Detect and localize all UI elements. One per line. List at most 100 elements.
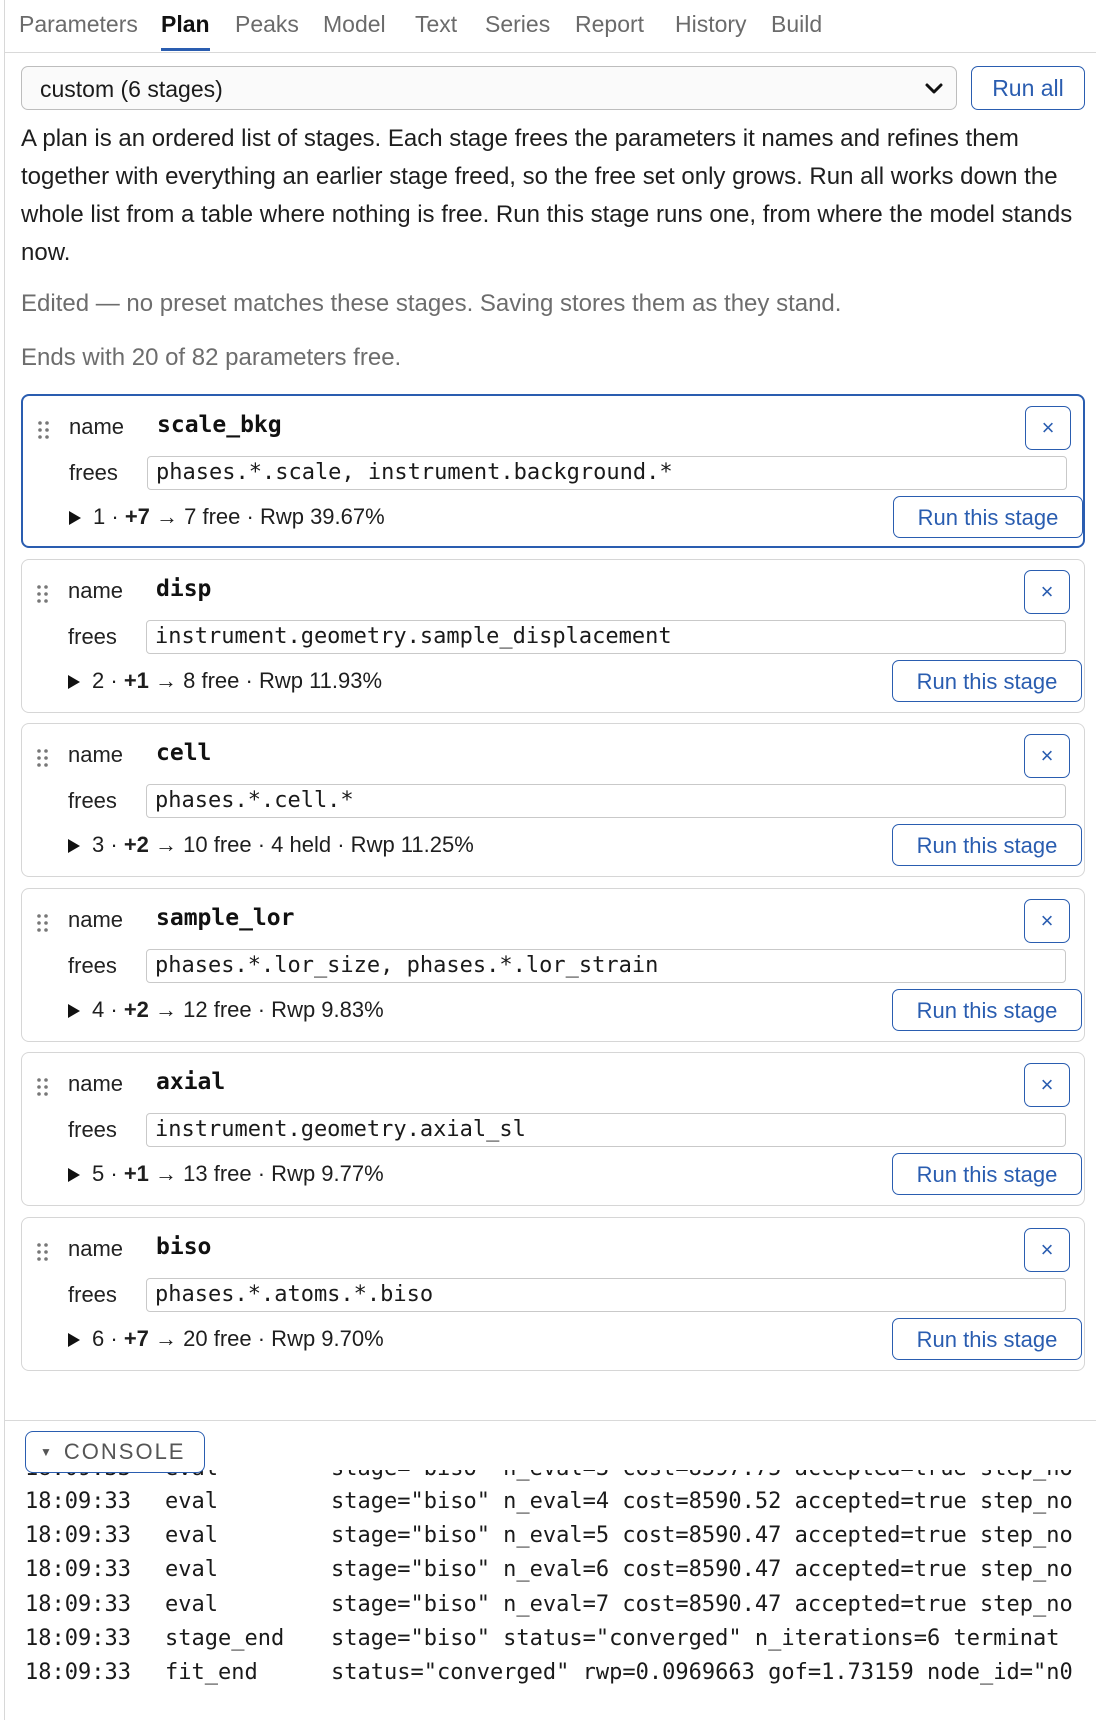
tab-model[interactable]: Model [323,0,386,51]
disclosure-triangle-icon[interactable] [68,1004,80,1018]
stage-frees-label: frees [68,1282,117,1307]
caret-down-icon: ▼ [40,1445,54,1459]
stage-name-label: name [69,414,125,439]
stage-frees-label: frees [68,1117,117,1142]
edited-note: Edited — no preset matches these stages.… [21,290,842,317]
stage-name-field[interactable]: axial [156,1069,225,1095]
stage-delta: +2 [123,997,149,1022]
stage-name-label: name [68,742,124,767]
drag-handle-icon[interactable] [36,748,50,768]
drag-handle-icon[interactable] [36,1077,50,1097]
stage-frees-input[interactable]: instrument.geometry.axial_sl [146,1113,1066,1147]
stage-name-field[interactable]: scale_bkg [157,412,282,438]
run-this-stage-button[interactable]: Run this stage [892,660,1082,702]
remove-stage-button[interactable]: × [1025,406,1071,450]
stage-card[interactable]: name scale_bkg × frees phases.*.scale, i… [21,394,1085,548]
stage-summary[interactable]: 2 · +1 → 8 free · Rwp 11.93% [68,668,382,694]
drag-handle-icon[interactable] [36,913,50,933]
stage-result: → 12 free · Rwp 9.83% [155,997,384,1022]
stage-card[interactable]: name biso × frees phases.*.atoms.*.biso … [21,1217,1085,1371]
stage-frees-input[interactable]: phases.*.cell.* [146,784,1066,818]
remove-stage-button[interactable]: × [1024,899,1070,943]
disclosure-triangle-icon[interactable] [68,1333,80,1347]
tab-peaks[interactable]: Peaks [235,0,299,51]
stage-delta: +1 [123,1161,149,1186]
tab-parameters[interactable]: Parameters [19,0,138,51]
stage-name-label: name [68,1071,124,1096]
stage-index: 4 [92,997,105,1022]
stage-summary[interactable]: 1 · +7 → 7 free · Rwp 39.67% [69,504,385,530]
disclosure-triangle-icon[interactable] [68,675,80,689]
stage-delta: +1 [123,668,149,693]
stage-summary[interactable]: 3 · +2 → 10 free · 4 held · Rwp 11.25% [68,832,474,858]
run-this-stage-button[interactable]: Run this stage [893,496,1083,538]
tab-text[interactable]: Text [415,0,457,51]
stage-card[interactable]: name axial × frees instrument.geometry.a… [21,1052,1085,1206]
stage-result: → 20 free · Rwp 9.70% [155,1326,384,1351]
disclosure-triangle-icon[interactable] [69,511,81,525]
stage-card[interactable]: name cell × frees phases.*.cell.* 3 · +2… [21,723,1085,877]
disclosure-triangle-icon[interactable] [68,1168,80,1182]
stage-name-field[interactable]: biso [156,1234,211,1260]
stage-index: 3 [92,832,105,857]
stage-frees-input[interactable]: instrument.geometry.sample_displacement [146,620,1066,654]
stage-frees-label: frees [69,460,118,485]
stage-name-field[interactable]: cell [156,740,211,766]
tab-report[interactable]: Report [575,0,644,51]
console-divider [5,1420,1096,1421]
chevron-down-icon [925,83,943,94]
plan-description: A plan is an ordered list of stages. Eac… [21,125,1073,266]
disclosure-triangle-icon[interactable] [68,839,80,853]
stage-name-label: name [68,1236,124,1261]
stage-frees-input[interactable]: phases.*.atoms.*.biso [146,1278,1066,1312]
stage-card[interactable]: name disp × frees instrument.geometry.sa… [21,559,1085,713]
stage-delta: +7 [123,1326,149,1351]
stage-delta: +2 [123,832,149,857]
tab-build[interactable]: Build [771,0,822,51]
stage-card[interactable]: name sample_lor × frees phases.*.lor_siz… [21,888,1085,1042]
console-toggle-button[interactable]: ▼ CONSOLE [25,1431,205,1473]
stage-name-field[interactable]: sample_lor [156,905,294,931]
run-all-button[interactable]: Run all [971,66,1085,110]
stage-summary[interactable]: 6 · +7 → 20 free · Rwp 9.70% [68,1326,384,1352]
stage-frees-input[interactable]: phases.*.lor_size, phases.*.lor_strain [146,949,1066,983]
stage-result: → 10 free · 4 held · Rwp 11.25% [155,832,474,857]
stage-name-label: name [68,578,124,603]
stage-summary[interactable]: 4 · +2 → 12 free · Rwp 9.83% [68,997,384,1023]
run-this-stage-button[interactable]: Run this stage [892,989,1082,1031]
run-this-stage-button[interactable]: Run this stage [892,1318,1082,1360]
stage-result: → 8 free · Rwp 11.93% [155,668,383,693]
stage-summary[interactable]: 5 · +1 → 13 free · Rwp 9.77% [68,1161,384,1187]
drag-handle-icon[interactable] [36,584,50,604]
remove-stage-button[interactable]: × [1024,734,1070,778]
stage-frees-label: frees [68,624,117,649]
drag-handle-icon[interactable] [37,420,51,440]
app-root: Parameters Plan Peaks Model Text Series … [4,0,1096,1720]
stage-name-field[interactable]: disp [156,576,211,602]
remove-stage-button[interactable]: × [1024,570,1070,614]
stage-index: 5 [92,1161,105,1186]
tab-history[interactable]: History [675,0,747,51]
console-label: CONSOLE [63,1439,186,1464]
remove-stage-button[interactable]: × [1024,1063,1070,1107]
stage-delta: +7 [124,504,150,529]
stage-index: 1 [93,504,106,529]
plan-preset-value: custom (6 stages) [40,76,223,102]
stage-frees-label: frees [68,953,117,978]
run-this-stage-button[interactable]: Run this stage [892,1153,1082,1195]
console-log[interactable]: 18:09:33evalstage="biso" n_eval=3 cost=8… [5,1470,1096,1720]
tab-plan[interactable]: Plan [161,0,210,51]
stage-result: → 13 free · Rwp 9.77% [155,1161,384,1186]
tab-bar: Parameters Plan Peaks Model Text Series … [5,0,1096,53]
plan-preset-select[interactable]: custom (6 stages) [21,66,957,110]
run-this-stage-button[interactable]: Run this stage [892,824,1082,866]
stage-frees-input[interactable]: phases.*.scale, instrument.background.* [147,456,1067,490]
stage-frees-label: frees [68,788,117,813]
stage-index: 2 [92,668,105,693]
stage-name-label: name [68,907,124,932]
remove-stage-button[interactable]: × [1024,1228,1070,1272]
tab-series[interactable]: Series [485,0,550,51]
drag-handle-icon[interactable] [36,1242,50,1262]
stage-index: 6 [92,1326,105,1351]
stage-result: → 7 free · Rwp 39.67% [156,504,385,529]
